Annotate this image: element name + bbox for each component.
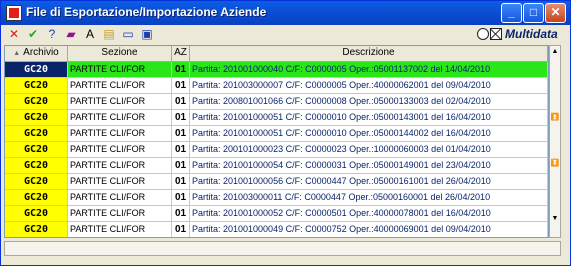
cell-descrizione: Partita: 201001000049 C/F: C0000752 Oper… xyxy=(190,222,548,237)
table-row[interactable]: GC20 PARTITE CLI/FOR 01 Partita: 2010010000… xyxy=(5,62,548,78)
cell-descrizione: Partita: 201001000056 C/F: C0000447 Oper… xyxy=(190,174,548,189)
table-row[interactable]: GC20 PARTITE CLI/FOR 01 Partita: 2010010000… xyxy=(5,110,548,126)
cell-az: 01 xyxy=(172,126,190,141)
cell-sezione: PARTITE CLI/FOR xyxy=(68,94,172,109)
main-window: File di Esportazione/Importazione Aziend… xyxy=(0,0,571,266)
brand-text: Multidata xyxy=(505,27,558,41)
cell-az: 01 xyxy=(172,62,190,77)
cell-sezione: PARTITE CLI/FOR xyxy=(68,62,172,77)
cell-descrizione: Partita: 201001000054 C/F: C0000031 Oper… xyxy=(190,158,548,173)
cell-az: 01 xyxy=(172,142,190,157)
window-icon[interactable]: ▭ xyxy=(121,27,135,41)
cell-az: 01 xyxy=(172,190,190,205)
cell-archivio: GC20 xyxy=(5,142,68,157)
brand-logo: Multidata xyxy=(477,26,558,42)
cell-archivio: GC20 xyxy=(5,206,68,221)
cell-descrizione: Partita: 201003000011 C/F: C0000447 Oper… xyxy=(190,190,548,205)
cross-box-icon xyxy=(490,28,502,40)
vertical-scrollbar[interactable]: ▲ ⏫ ⏬ ▼ xyxy=(549,45,561,238)
image-icon[interactable]: ▤ xyxy=(102,27,116,41)
cell-archivio: GC20 xyxy=(5,174,68,189)
table-row[interactable]: GC20 PARTITE CLI/FOR 01 Partita: 2008010010… xyxy=(5,94,548,110)
delete-icon[interactable]: ✕ xyxy=(7,27,21,41)
table-row[interactable]: GC20 PARTITE CLI/FOR 01 Partita: 2010010000… xyxy=(5,174,548,190)
cell-sezione: PARTITE CLI/FOR xyxy=(68,158,172,173)
cell-az: 01 xyxy=(172,174,190,189)
cell-descrizione: Partita: 200801001066 C/F: C0000008 Oper… xyxy=(190,94,548,109)
maximize-button[interactable]: □ xyxy=(523,3,544,23)
table-row[interactable]: GC20 PARTITE CLI/FOR 01 Partita: 2010010000… xyxy=(5,222,548,237)
text-icon[interactable]: A xyxy=(83,27,97,41)
cell-sezione: PARTITE CLI/FOR xyxy=(68,222,172,237)
header-az[interactable]: AZ xyxy=(172,46,190,61)
cell-descrizione: Partita: 200101000023 C/F: C0000023 Oper… xyxy=(190,142,548,157)
toolbar: ✕ ✔? ▰ A ▤ ▭ ▣ Multidata xyxy=(3,26,568,43)
cell-sezione: PARTITE CLI/FOR xyxy=(68,190,172,205)
grid-header: ▲ Archivio Sezione AZ Descrizione xyxy=(5,46,548,62)
circle-icon xyxy=(477,28,489,40)
minimize-button[interactable]: _ xyxy=(501,3,522,23)
cell-archivio: GC20 xyxy=(5,62,68,77)
cell-sezione: PARTITE CLI/FOR xyxy=(68,110,172,125)
cell-sezione: PARTITE CLI/FOR xyxy=(68,174,172,189)
page-down-icon[interactable]: ⏬ xyxy=(550,158,560,170)
header-descrizione[interactable]: Descrizione xyxy=(190,46,548,61)
cell-archivio: GC20 xyxy=(5,110,68,125)
table-row[interactable]: GC20 PARTITE CLI/FOR 01 Partita: 2010030000… xyxy=(5,78,548,94)
cell-sezione: PARTITE CLI/FOR xyxy=(68,126,172,141)
cell-az: 01 xyxy=(172,94,190,109)
data-grid: ▲ Archivio Sezione AZ Descrizione GC20 PAR… xyxy=(4,45,549,238)
page-up-icon[interactable]: ⏫ xyxy=(550,112,560,124)
table-row[interactable]: GC20 PARTITE CLI/FOR 01 Partita: 2010030000… xyxy=(5,190,548,206)
app-icon xyxy=(6,5,22,21)
cell-descrizione: Partita: 201003000007 C/F: C0000005 Oper… xyxy=(190,78,548,93)
scroll-up-icon[interactable]: ▲ xyxy=(550,46,560,58)
cell-descrizione: Partita: 201001000051 C/F: C0000010 Oper… xyxy=(190,110,548,125)
table-row[interactable]: GC20 PARTITE CLI/FOR 01 Partita: 2010010000… xyxy=(5,206,548,222)
cell-sezione: PARTITE CLI/FOR xyxy=(68,206,172,221)
cell-sezione: PARTITE CLI/FOR xyxy=(68,78,172,93)
scroll-down-icon[interactable]: ▼ xyxy=(550,213,560,225)
sort-up-icon: ▲ xyxy=(13,50,21,57)
cell-az: 01 xyxy=(172,158,190,173)
header-archivio-label: Archivio xyxy=(23,47,59,58)
export-icon[interactable]: ▣ xyxy=(140,27,154,41)
cell-az: 01 xyxy=(172,110,190,125)
cell-descrizione: Partita: 201001000051 C/F: C0000010 Oper… xyxy=(190,126,548,141)
cell-az: 01 xyxy=(172,206,190,221)
table-row[interactable]: GC20 PARTITE CLI/FOR 01 Partita: 2001010000… xyxy=(5,142,548,158)
title-bar[interactable]: File di Esportazione/Importazione Aziend… xyxy=(1,1,570,25)
help-icon[interactable]: ? xyxy=(45,27,59,41)
close-button[interactable]: ✕ xyxy=(545,3,566,23)
check-icon[interactable]: ✔ xyxy=(26,27,40,41)
cell-descrizione: Partita: 201001000040 C/F: C0000005 Oper… xyxy=(190,62,548,77)
table-row[interactable]: GC20 PARTITE CLI/FOR 01 Partita: 2010010000… xyxy=(5,126,548,142)
cell-archivio: GC20 xyxy=(5,126,68,141)
cell-archivio: GC20 xyxy=(5,190,68,205)
cell-archivio: GC20 xyxy=(5,158,68,173)
book-icon[interactable]: ▰ xyxy=(64,27,78,41)
cell-sezione: PARTITE CLI/FOR xyxy=(68,142,172,157)
cell-az: 01 xyxy=(172,78,190,93)
cell-az: 01 xyxy=(172,222,190,237)
horizontal-scrollbar[interactable] xyxy=(4,241,561,256)
window-title: File di Esportazione/Importazione Aziend… xyxy=(26,5,267,19)
table-row[interactable]: GC20 PARTITE CLI/FOR 01 Partita: 2010010000… xyxy=(5,158,548,174)
cell-descrizione: Partita: 201001000052 C/F: C0000501 Oper… xyxy=(190,206,548,221)
cell-archivio: GC20 xyxy=(5,222,68,237)
cell-archivio: GC20 xyxy=(5,78,68,93)
header-sezione[interactable]: Sezione xyxy=(68,46,172,61)
cell-archivio: GC20 xyxy=(5,94,68,109)
header-archivio[interactable]: ▲ Archivio xyxy=(5,46,68,61)
